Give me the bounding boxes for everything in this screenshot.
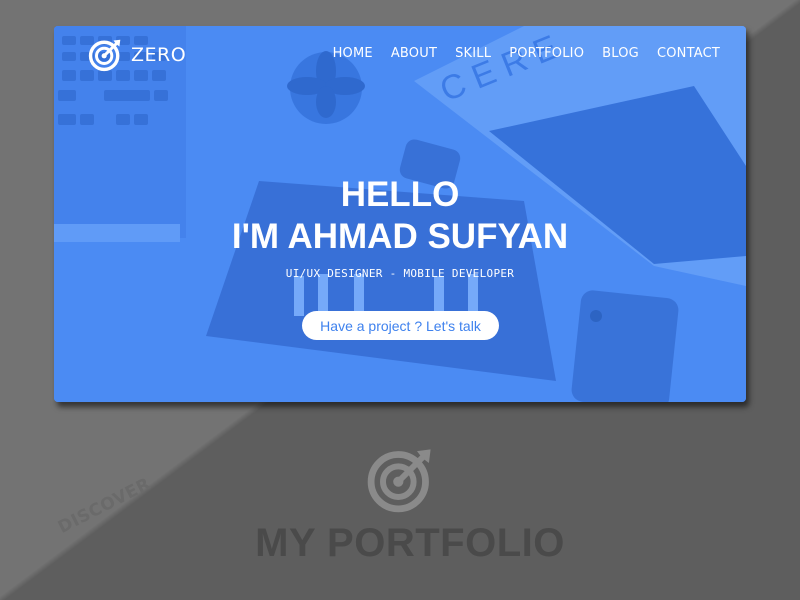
section-title: MY PORTFOLIO [255,521,565,565]
brand-logo[interactable]: ZERO [88,38,186,72]
nav-item-home[interactable]: HOME [333,46,373,61]
target-dart-icon [367,449,431,513]
nav-item-blog[interactable]: BLOG [602,46,639,61]
target-dart-icon [88,39,121,72]
nav-item-portfolio[interactable]: PORTFOLIO [509,46,584,61]
hero-color-overlay [54,26,746,402]
hero-banner: C E R E ZERO HOME ABOUT SKILL PORTFOLIO … [54,26,746,402]
nav-item-skill[interactable]: SKILL [455,46,491,61]
nav-item-contact[interactable]: CONTACT [657,46,720,61]
contact-cta-button[interactable]: Have a project ? Let's talk [302,311,499,340]
hero-greeting: HELLO [340,175,460,214]
hero-subtitle: UI/UX DESIGNER - MOBILE DEVELOPER [285,267,515,280]
nav-item-about[interactable]: ABOUT [391,46,437,61]
main-nav: HOME ABOUT SKILL PORTFOLIO BLOG CONTACT [333,46,720,61]
brand-name: ZERO [131,44,187,66]
hero-name: I'M AHMAD SUFYAN [231,217,569,256]
